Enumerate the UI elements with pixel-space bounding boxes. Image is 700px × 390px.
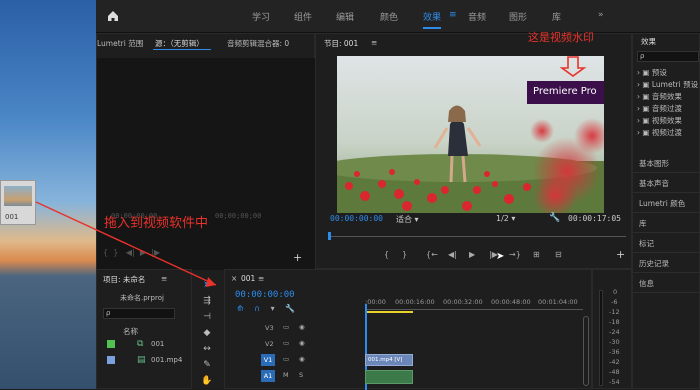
watermark-arrow-icon: [559, 56, 587, 77]
drag-annotation: 拖入到视频软件中: [104, 216, 209, 231]
mouse-cursor-icon: ➤: [496, 251, 505, 262]
annotation-overlay: [35, 56, 587, 287]
watermark-annotation: 这是视频水印: [528, 31, 594, 44]
drag-arrow-head: [206, 277, 216, 287]
